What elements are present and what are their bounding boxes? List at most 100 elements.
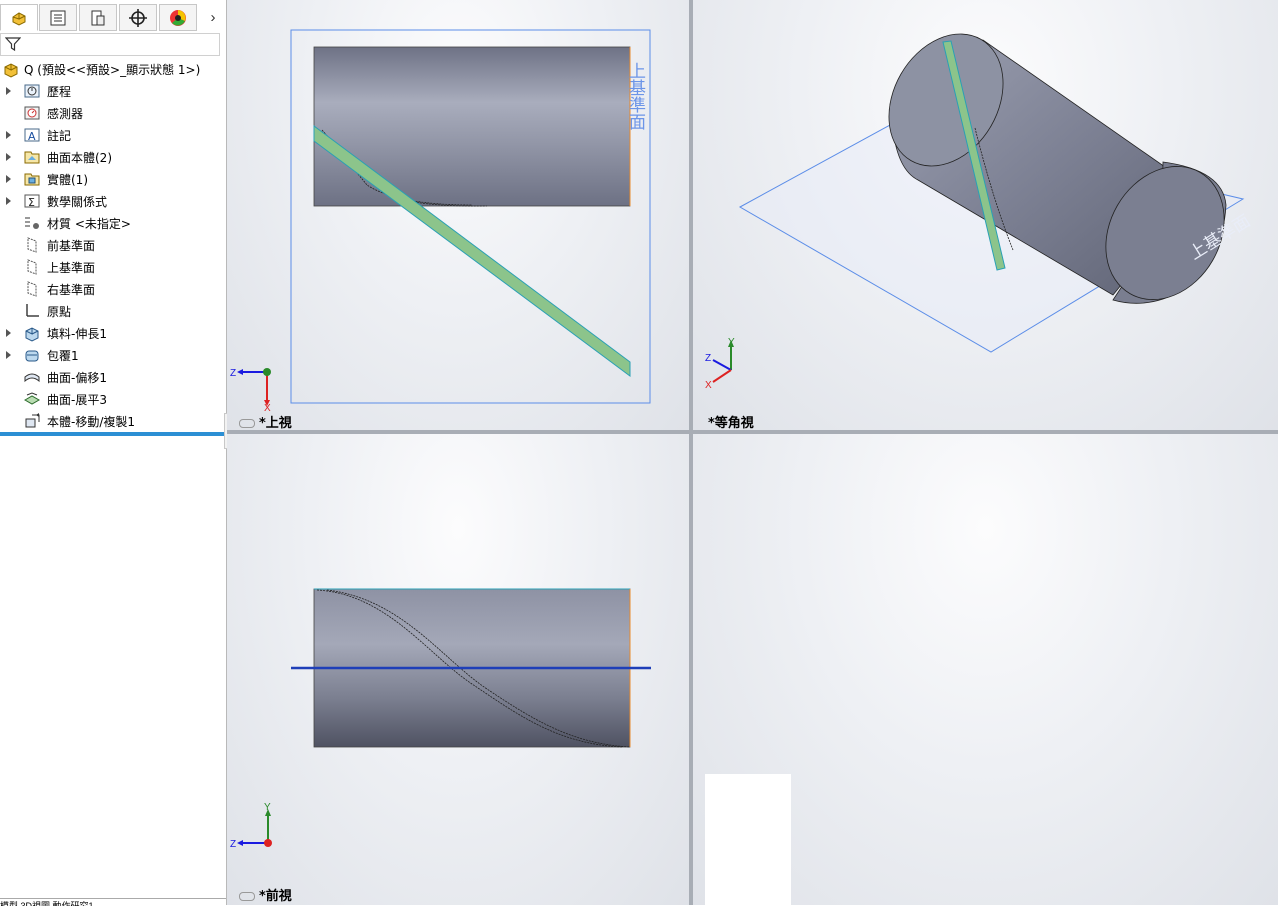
svg-text:Z: Z [705,353,711,364]
link-views-icon[interactable] [239,892,255,901]
feature-manager-panel: › Q (預設<<預設>_顯示狀態 1>) 歷程感測器 A 註記曲面本體(2) 實體(1… [0,0,235,906]
tree-item-label: 包覆1 [47,349,79,363]
tree-item-label: 數學關係式 [47,195,108,209]
view-triad: Z X [230,368,271,414]
expand-arrow-icon[interactable] [6,131,11,139]
tree-item[interactable]: 右基準面 [0,278,226,300]
sensor-icon [24,106,40,120]
view-label-front: *前視 [239,885,292,904]
tree-item-label: 右基準面 [47,283,96,297]
rollback-bar[interactable] [0,432,224,436]
viewport-isometric[interactable]: 上基準面 Y Z X *等角視 [693,0,1278,430]
display-manager-tab[interactable] [159,4,197,31]
viewport-front[interactable]: Y Z *前視 [227,434,689,905]
more-tabs-chevron-icon[interactable]: › [200,4,226,31]
tree-root[interactable]: Q (預設<<預設>_顯示狀態 1>) [0,58,226,80]
tree-root-label: Q (預設<<預設>_顯示狀態 1>) [24,63,201,77]
expand-arrow-icon[interactable] [6,329,11,337]
tree-item[interactable]: A 註記 [0,124,226,146]
tree-item-label: 前基準面 [47,239,96,253]
viewport-splitter-horizontal[interactable] [227,430,1278,434]
tree-item[interactable]: 實體(1) [0,168,226,190]
expand-arrow-icon[interactable] [6,175,11,183]
equations-icon: Σ [24,194,40,209]
tree-item[interactable]: 原點 [0,300,226,322]
tree-item-label: 曲面-展平3 [47,393,107,407]
offset-surface-icon [24,373,40,383]
plane-icon [27,281,37,297]
move-copy-body-icon [25,413,40,428]
viewport-splitter-vertical[interactable] [689,0,693,905]
panel-tabs: › [0,4,226,32]
expand-arrow-icon[interactable] [6,197,11,205]
tree-item[interactable]: 材質 <未指定> [0,212,226,234]
front-triad: Y Z [230,802,272,850]
configurationmanager-tab[interactable] [79,4,117,31]
tree-item-label: 實體(1) [47,173,88,187]
view-label-top: *上視 [239,412,292,430]
material-icon [25,217,39,229]
configurationmanager-icon [91,10,105,25]
svg-text:Z: Z [230,368,236,379]
viewport-top[interactable]: 上基準面 Z X *上視 [227,0,689,430]
tree-item-label: 本體-移動/複製1 [47,415,136,429]
blank-region [705,774,791,905]
svg-text:Z: Z [230,839,236,850]
tree-item-label: 上基準面 [47,261,96,275]
front-view-graphics: Y Z [230,588,651,850]
plane-icon [27,237,37,253]
expand-arrow-icon[interactable] [6,87,11,95]
svg-text:Y: Y [728,337,735,348]
filter-icon [5,37,21,52]
top-plane-label: 上基準面 [625,62,646,130]
dimxpert-icon [129,8,147,27]
view-label-isometric: *等角視 [708,416,754,430]
tree-item-label: 原點 [47,305,72,319]
propertymanager-icon [50,10,66,25]
surface-bodies-icon [24,151,40,164]
tree-item-label: 曲面本體(2) [47,151,112,165]
tree-filter[interactable] [0,33,220,56]
plane-icon [27,259,37,275]
tree-item[interactable]: 歷程 [0,80,226,102]
wrap-icon [25,350,39,362]
propertymanager-tab[interactable] [39,4,77,31]
tree-item[interactable]: Σ 數學關係式 [0,190,226,212]
expand-arrow-icon[interactable] [6,153,11,161]
featuremanager-icon [12,11,26,26]
origin-icon [26,304,39,317]
flatten-surface-icon [23,392,41,405]
expand-arrow-icon[interactable] [6,351,11,359]
tree-item[interactable]: 填料-伸長1 [0,322,226,344]
display-manager-icon [170,9,186,26]
svg-text:Σ: Σ [28,196,35,209]
tree-item[interactable]: 前基準面 [0,234,226,256]
tree-item[interactable]: 包覆1 [0,344,226,366]
viewport-right-empty[interactable] [693,434,1278,905]
svg-text:Y: Y [264,802,271,813]
tree-item-label: 填料-伸長1 [47,327,107,341]
solid-bodies-icon [24,173,40,186]
top-view-graphics: 上基準面 Z X [230,29,651,414]
tree-item[interactable]: 曲面本體(2) [0,146,226,168]
tree-item-label: 材質 <未指定> [47,217,131,231]
tree-item[interactable]: 曲面-展平3 [0,388,226,410]
annotation-icon: A [24,128,40,143]
extrude-icon [25,327,39,342]
tree-item-label: 曲面-偏移1 [47,371,107,385]
tree-item-label: 歷程 [47,85,72,99]
tree-item[interactable]: 曲面-偏移1 [0,366,226,388]
iso-view-graphics: 上基準面 Y Z X [705,33,1254,391]
tree-item[interactable]: 本體-移動/複製1 [0,410,226,432]
tree-item-label: 註記 [47,129,72,143]
tree-item[interactable]: 感測器 [0,102,226,124]
dimxpert-tab[interactable] [119,4,157,31]
link-views-icon[interactable] [239,419,255,428]
part-icon [4,63,18,78]
cylinder-body [313,46,631,207]
tree-item-label: 感測器 [47,107,84,121]
featuremanager-tab[interactable] [0,4,38,31]
tree-item[interactable]: 上基準面 [0,256,226,278]
iso-triad: Y Z X [705,337,735,391]
svg-text:X: X [705,380,712,391]
